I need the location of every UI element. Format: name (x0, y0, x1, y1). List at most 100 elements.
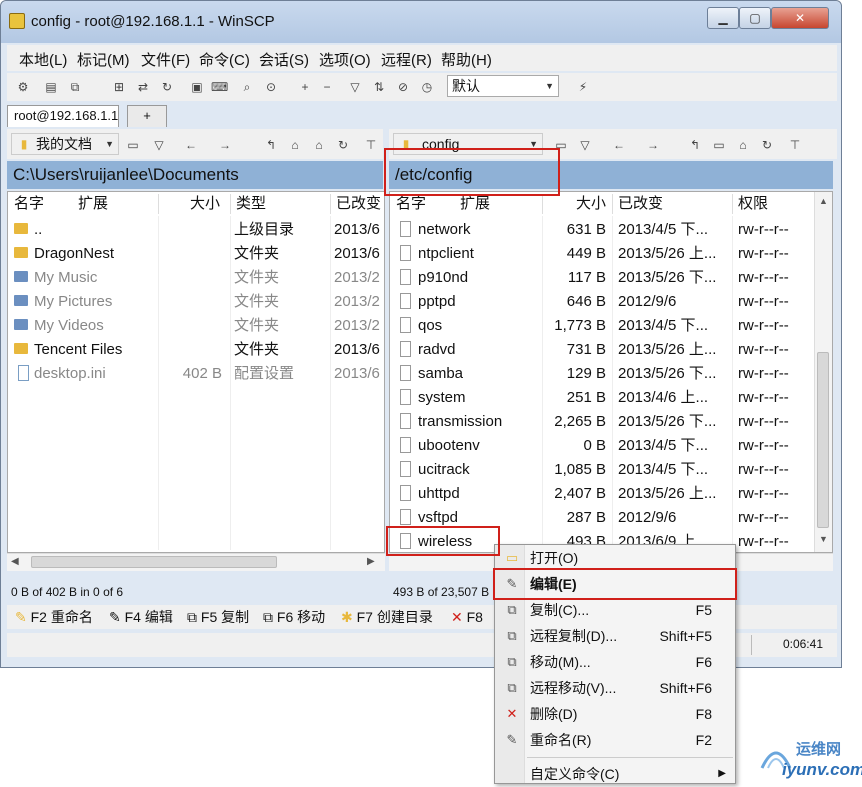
home-icon[interactable]: ⌂ (735, 137, 751, 153)
menu-session[interactable]: 会话(S) (259, 49, 309, 70)
back-icon[interactable]: ← (611, 137, 627, 153)
local-horizontal-scrollbar[interactable]: ◀ ▶ (7, 553, 385, 571)
context-menu-item[interactable]: ⧉ 远程移动(V)... Shift+F6 (496, 675, 734, 701)
close-button[interactable]: ✕ (771, 7, 829, 29)
move-key-button[interactable]: ⧉ F6 移动 (263, 605, 325, 629)
table-row[interactable]: ubootenv 0 B 2013/4/5 下... rw-r--r-- (390, 434, 814, 458)
tree-icon[interactable]: ⊤ (363, 137, 379, 153)
local-location-select[interactable]: ▮ 我的文档 ▼ (11, 133, 119, 155)
open-folder-icon[interactable]: ▭ (125, 137, 141, 153)
col-rights-header[interactable]: 权限 (738, 192, 788, 216)
select-plus-icon[interactable]: + (297, 79, 313, 95)
col-size-header[interactable]: 大小 (576, 192, 612, 216)
gear-icon[interactable]: ⚙ (15, 79, 31, 95)
menu-help[interactable]: 帮助(H) (441, 49, 492, 70)
table-row[interactable]: My Pictures 文件夹 2013/2 (8, 290, 384, 314)
preset-icon[interactable]: ⚡ (575, 79, 591, 95)
back-icon[interactable]: ← (183, 137, 199, 153)
menu-local[interactable]: 本地(L) (19, 49, 67, 70)
table-row[interactable]: .. 上级目录 2013/6 (8, 218, 384, 242)
sort-icon[interactable]: ⇅ (371, 79, 387, 95)
col-type-header[interactable]: 类型 (236, 192, 296, 216)
filter-icon[interactable]: ▽ (347, 79, 363, 95)
menu-mark[interactable]: 标记(M) (77, 49, 130, 70)
find-icon[interactable]: ⌕ (239, 79, 255, 95)
context-menu-item[interactable]: ✕ 删除(D) F8 (496, 701, 734, 727)
preferences-icon[interactable]: ⊞ (111, 79, 127, 95)
table-row[interactable]: samba 129 B 2013/5/26 下... rw-r--r-- (390, 362, 814, 386)
tree-icon[interactable]: ⊤ (787, 137, 803, 153)
maximize-button[interactable]: ▢ (739, 7, 771, 29)
root-dir-icon[interactable]: ⌂ (287, 137, 303, 153)
table-row[interactable]: My Videos 文件夹 2013/2 (8, 314, 384, 338)
scroll-thumb[interactable] (817, 352, 829, 528)
context-menu-item[interactable]: ⧉ 移动(M)... F6 (496, 649, 734, 675)
forward-icon[interactable]: → (645, 137, 661, 153)
table-row[interactable]: transmission 2,265 B 2013/5/26 下... rw-r--r… (390, 410, 814, 434)
refresh-icon[interactable]: ↻ (759, 137, 775, 153)
title-bar[interactable]: config - root@192.168.1.1 - WinSCP ▁ ▢ ✕ (1, 1, 841, 43)
terminal-icon[interactable]: ▣ (189, 79, 205, 95)
table-row[interactable]: radvd 731 B 2013/5/26 上... rw-r--r-- (390, 338, 814, 362)
col-ext-header[interactable]: 扩展 (78, 192, 138, 216)
copy-key-button[interactable]: ⧉ F5 复制 (187, 605, 249, 629)
scroll-right-icon[interactable]: ▶ (367, 556, 375, 567)
new-tab-button[interactable]: + (127, 105, 167, 127)
transfer-settings-select[interactable]: 默认 ▼ (447, 75, 559, 97)
table-row[interactable]: network 631 B 2013/4/5 下... rw-r--r-- (390, 218, 814, 242)
remote-vertical-scrollbar[interactable]: ▲ ▼ (814, 192, 832, 552)
col-name-header[interactable]: 名字 (14, 192, 74, 216)
clock-icon[interactable]: ◷ (419, 79, 435, 95)
table-row[interactable]: ucitrack 1,085 B 2013/4/5 下... rw-r--r-- (390, 458, 814, 482)
minimize-button[interactable]: ▁ (707, 7, 739, 29)
table-row[interactable]: DragonNest 文件夹 2013/6 (8, 242, 384, 266)
table-row[interactable]: system 251 B 2013/4/6 上... rw-r--r-- (390, 386, 814, 410)
table-row[interactable]: p910nd 117 B 2013/5/26 下... rw-r--r-- (390, 266, 814, 290)
table-row[interactable]: ntpclient 449 B 2013/5/26 上... rw-r--r-- (390, 242, 814, 266)
scroll-down-icon[interactable]: ▼ (819, 534, 828, 544)
context-menu-item[interactable]: 自定义命令(C) ▶ (496, 761, 734, 787)
home-icon[interactable]: ⌂ (311, 137, 327, 153)
context-menu-item[interactable]: ✎ 重命名(R) F2 (496, 727, 734, 753)
parent-dir-icon[interactable]: ↰ (687, 137, 703, 153)
compare-icon[interactable]: ⇄ (135, 79, 151, 95)
scroll-up-icon[interactable]: ▲ (819, 196, 828, 206)
context-menu-item[interactable]: ⧉ 复制(C)... F5 (496, 597, 734, 623)
table-row[interactable]: uhttpd 2,407 B 2013/5/26 上... rw-r--r-- (390, 482, 814, 506)
menu-commands[interactable]: 命令(C) (199, 49, 250, 70)
menu-remote[interactable]: 远程(R) (381, 49, 432, 70)
scroll-left-icon[interactable]: ◀ (11, 556, 19, 567)
refresh-icon[interactable]: ↻ (159, 79, 175, 95)
rename-key-button[interactable]: ✎ F2 重命名 (15, 605, 93, 629)
table-row[interactable]: My Music 文件夹 2013/2 (8, 266, 384, 290)
binoculars-icon[interactable]: ⊙ (263, 79, 279, 95)
edit-key-button[interactable]: ✎ F4 编辑 (109, 605, 173, 629)
menu-file[interactable]: 文件(F) (141, 49, 190, 70)
col-size-header[interactable]: 大小 (190, 192, 226, 216)
select-minus-icon[interactable]: − (319, 79, 335, 95)
queue-icon[interactable]: ▤ (43, 79, 59, 95)
context-menu-item[interactable]: ⧉ 远程复制(D)... Shift+F5 (496, 623, 734, 649)
table-row[interactable]: Tencent Files 文件夹 2013/6 (8, 338, 384, 362)
table-row[interactable]: pptpd 646 B 2012/9/6 rw-r--r-- (390, 290, 814, 314)
putty-icon[interactable]: ⌨ (211, 79, 228, 95)
transfer-settings-value: 默认 (452, 78, 480, 94)
file-size: 731 B (566, 341, 606, 358)
refresh-icon[interactable]: ↻ (335, 137, 351, 153)
menu-options[interactable]: 选项(O) (319, 49, 371, 70)
synchronize-icon[interactable]: ⧉ (67, 79, 83, 95)
col-changed-header[interactable]: 已改变 (618, 192, 698, 216)
delete-key-button[interactable]: ✕ F8 (451, 605, 483, 629)
filter-icon[interactable]: ▽ (151, 137, 167, 153)
cancel-icon[interactable]: ⊘ (395, 79, 411, 95)
filter-icon[interactable]: ▽ (577, 137, 593, 153)
parent-dir-icon[interactable]: ↰ (263, 137, 279, 153)
forward-icon[interactable]: → (217, 137, 233, 153)
scroll-thumb[interactable] (31, 556, 277, 568)
tab-session[interactable]: root@192.168.1.1 (7, 105, 119, 127)
col-changed-header[interactable]: 已改变 (336, 192, 382, 216)
create-dir-key-button[interactable]: ✱ F7 创建目录 (341, 605, 433, 629)
table-row[interactable]: desktop.ini 402 B 配置设置 2013/6 (8, 362, 384, 386)
table-row[interactable]: qos 1,773 B 2013/4/5 下... rw-r--r-- (390, 314, 814, 338)
root-dir-icon[interactable]: ▭ (711, 137, 727, 153)
